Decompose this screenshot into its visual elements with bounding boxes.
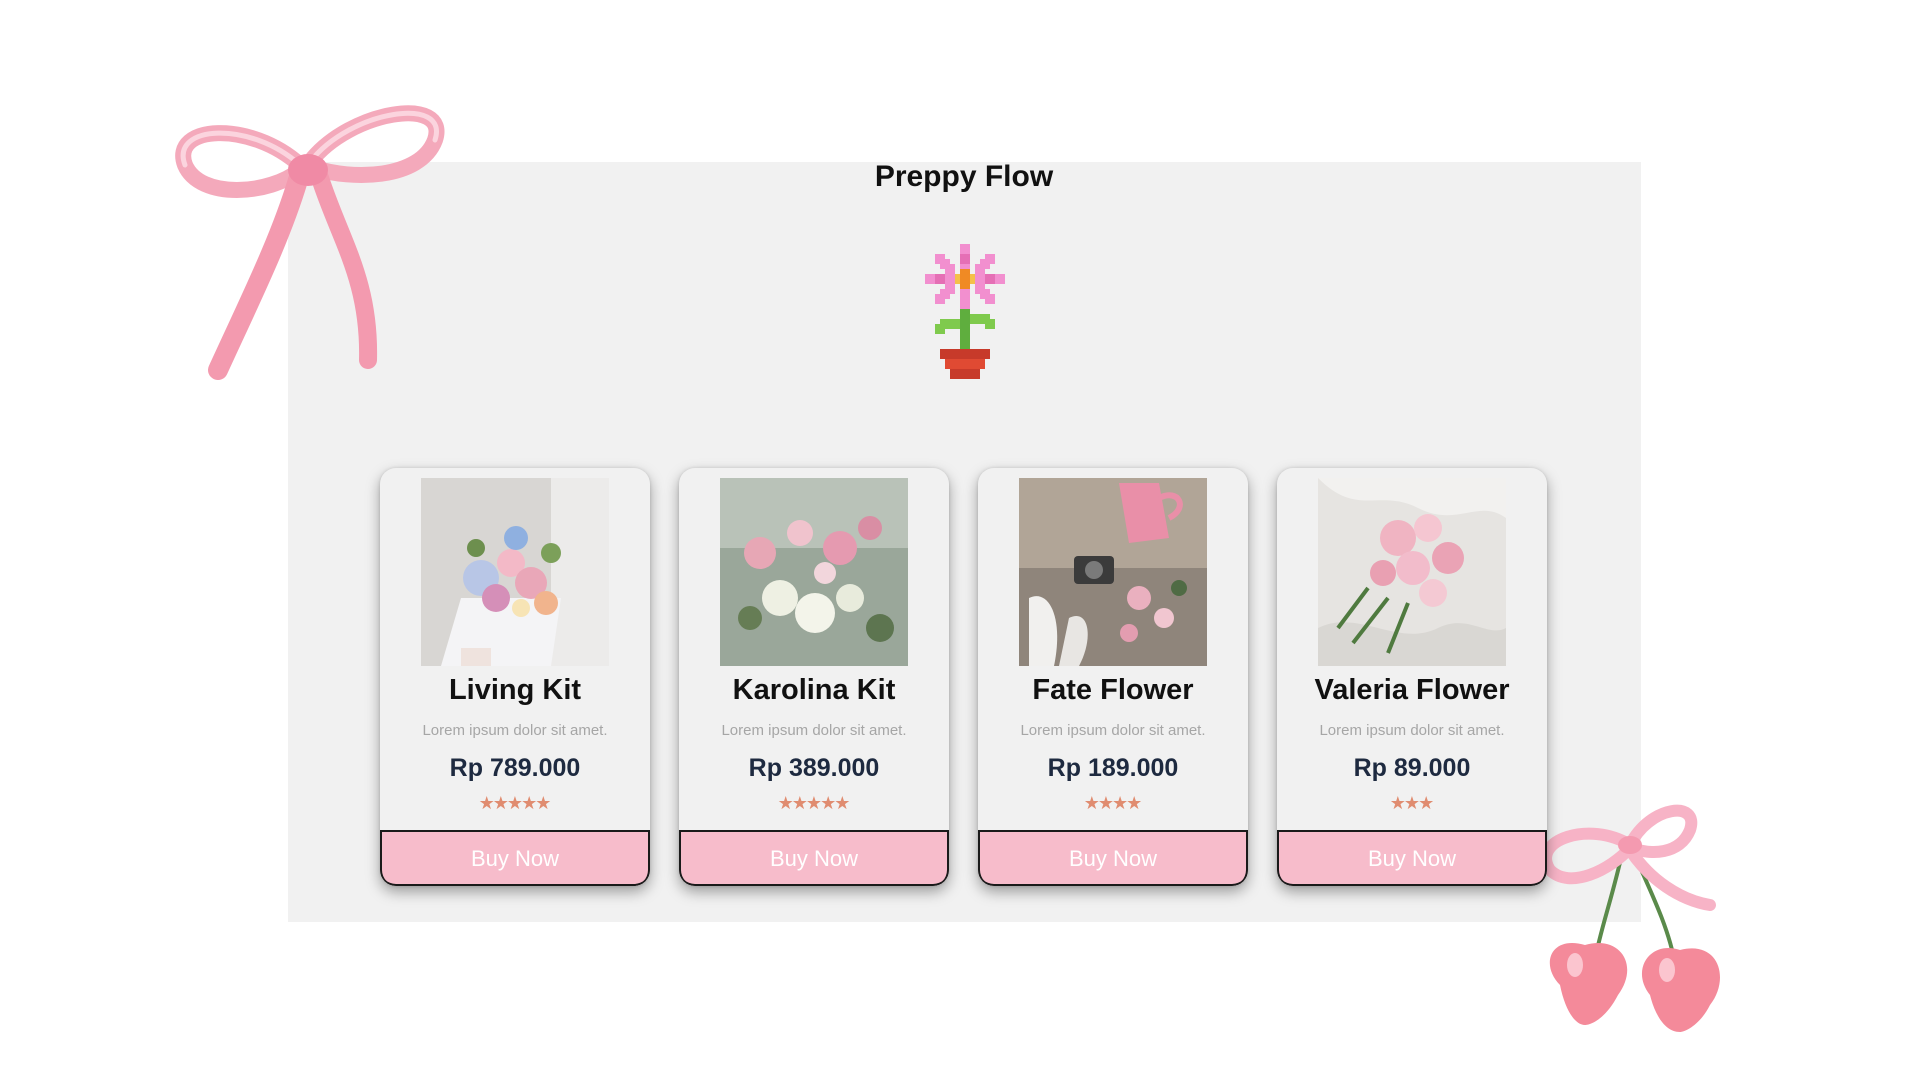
ribbon-bow-decoration	[175, 105, 445, 380]
buy-now-button[interactable]: Buy Now	[380, 830, 650, 886]
buy-now-button[interactable]: Buy Now	[1277, 830, 1547, 886]
product-description: Lorem ipsum dolor sit amet.	[1319, 722, 1505, 739]
cherries-decoration	[1540, 804, 1720, 1032]
product-price: Rp 89.000	[1353, 754, 1471, 782]
product-description: Lorem ipsum dolor sit amet.	[422, 722, 608, 739]
star-icon: ★	[535, 793, 552, 813]
product-image	[421, 478, 609, 666]
product-list: Living Kit Lorem ipsum dolor sit amet. R…	[380, 468, 1550, 886]
product-price: Rp 789.000	[449, 754, 581, 782]
product-name: Valeria Flower	[1314, 674, 1510, 706]
product-card: Valeria Flower Lorem ipsum dolor sit ame…	[1277, 468, 1547, 886]
product-description: Lorem ipsum dolor sit amet.	[1020, 722, 1206, 739]
pixel-flower-pot-icon	[925, 244, 1005, 379]
product-image	[1318, 478, 1506, 666]
product-card: Living Kit Lorem ipsum dolor sit amet. R…	[380, 468, 650, 886]
product-card: Karolina Kit Lorem ipsum dolor sit amet.…	[679, 468, 949, 886]
product-price: Rp 389.000	[748, 754, 880, 782]
product-name: Living Kit	[448, 674, 582, 706]
product-image	[1019, 478, 1207, 666]
buy-now-button[interactable]: Buy Now	[978, 830, 1248, 886]
product-name: Fate Flower	[1032, 674, 1194, 706]
star-rating: ★★★★★	[380, 794, 650, 814]
star-icon: ★	[1418, 793, 1435, 813]
star-rating: ★★★★	[978, 794, 1248, 814]
buy-now-button[interactable]: Buy Now	[679, 830, 949, 886]
star-rating: ★★★	[1277, 794, 1547, 814]
product-price: Rp 189.000	[1047, 754, 1179, 782]
product-card: Fate Flower Lorem ipsum dolor sit amet. …	[978, 468, 1248, 886]
product-image	[720, 478, 908, 666]
product-description: Lorem ipsum dolor sit amet.	[721, 722, 907, 739]
star-icon: ★	[834, 793, 851, 813]
product-name: Karolina Kit	[732, 674, 896, 706]
star-icon: ★	[1126, 793, 1143, 813]
star-rating: ★★★★★	[679, 794, 949, 814]
